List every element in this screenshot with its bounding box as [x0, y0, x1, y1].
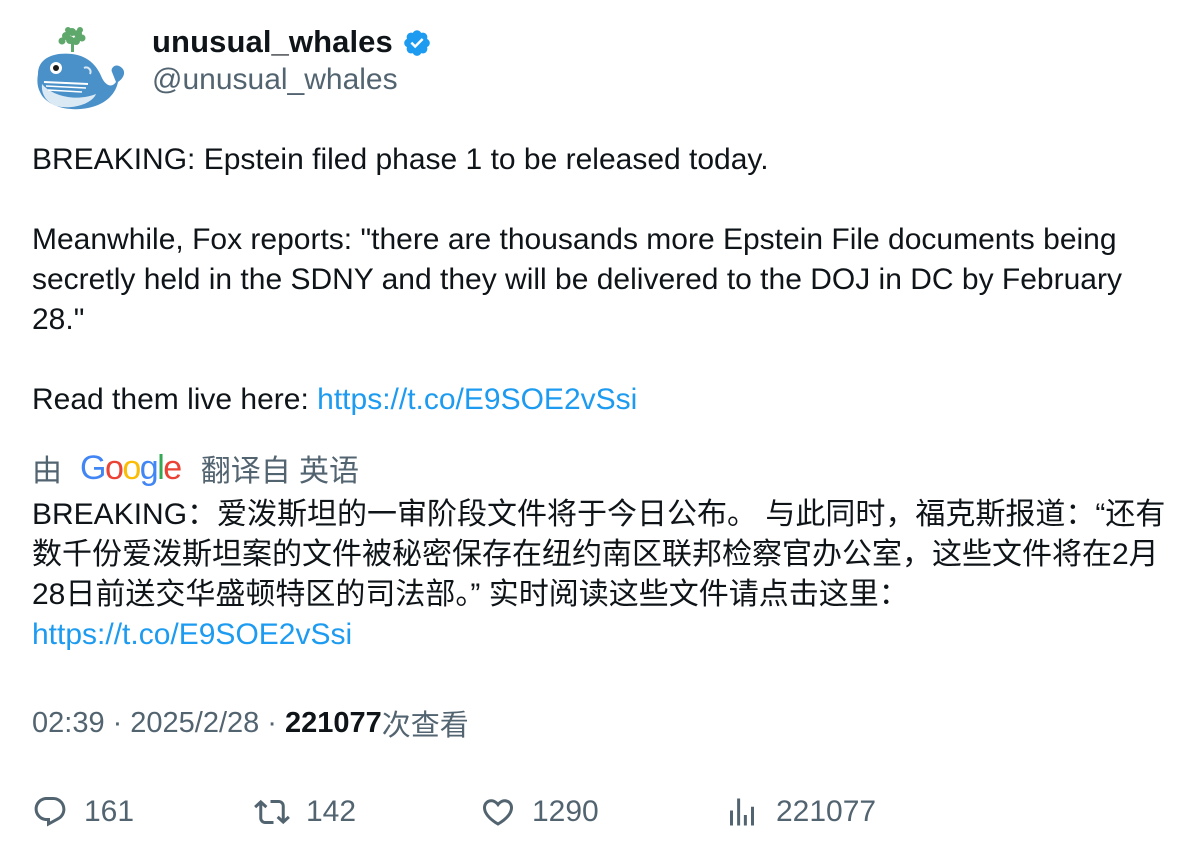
reply-button[interactable]: 161 — [32, 790, 134, 834]
avatar[interactable] — [32, 22, 128, 114]
translated-from-label[interactable]: 翻译自 英语 — [201, 446, 359, 490]
tweet-time[interactable]: 02:39 — [32, 707, 105, 740]
meta-separator: · — [267, 706, 277, 739]
google-logo: Google — [80, 448, 182, 487]
action-bar: 161 142 1290 221077 — [32, 790, 1172, 834]
tweet-line: Meanwhile, Fox reports: "there are thous… — [32, 223, 1122, 336]
translated-text: BREAKING：爱泼斯坦的一审阶段文件将于今日公布。 与此同时，福克斯报道：“… — [32, 495, 1172, 655]
retweet-button[interactable]: 142 — [254, 790, 356, 834]
retweet-icon — [254, 799, 290, 825]
views-action-count: 221077 — [776, 795, 877, 828]
translated-body: BREAKING：爱泼斯坦的一审阶段文件将于今日公布。 与此同时，福克斯报道：“… — [32, 498, 1166, 611]
tweet-link-prefix: Read them live here: — [32, 383, 318, 416]
tweet-meta: 02:39 · 2025/2/28 · 221077 次查看 — [32, 703, 469, 743]
tweet-text: BREAKING: Epstein filed phase 1 to be re… — [32, 140, 1172, 420]
tweet-link[interactable]: https://t.co/E9SOE2vSsi — [317, 383, 637, 416]
display-name[interactable]: unusual_whales — [152, 24, 393, 60]
handle[interactable]: @unusual_whales — [152, 63, 432, 97]
translation-attribution: 由 Google 翻译自 英语 — [32, 446, 359, 490]
verified-badge-icon — [402, 28, 432, 58]
meta-separator: · — [112, 706, 123, 739]
translated-link[interactable]: https://t.co/E9SOE2vSsi — [32, 618, 352, 651]
reply-count: 161 — [84, 795, 135, 828]
tweet-line: Read them live here: https://t.co/E9SOE2… — [32, 380, 1172, 420]
analytics-icon — [730, 798, 754, 826]
tweet-date[interactable]: 2025/2/28 — [130, 707, 259, 740]
like-button[interactable]: 1290 — [480, 790, 599, 834]
tweet-header: unusual_whales @unusual_whales — [32, 22, 432, 114]
reply-icon — [34, 797, 66, 827]
like-count: 1290 — [532, 795, 599, 828]
views-label: 次查看 — [381, 710, 469, 742]
views-button[interactable]: 221077 — [724, 790, 876, 834]
whale-avatar-icon — [37, 27, 125, 110]
heart-icon — [482, 799, 514, 826]
translated-by-label: 由 — [32, 455, 62, 488]
tweet-line: BREAKING: Epstein filed phase 1 to be re… — [32, 143, 769, 176]
views-count: 221077 — [284, 706, 382, 739]
retweet-count: 142 — [306, 795, 357, 828]
